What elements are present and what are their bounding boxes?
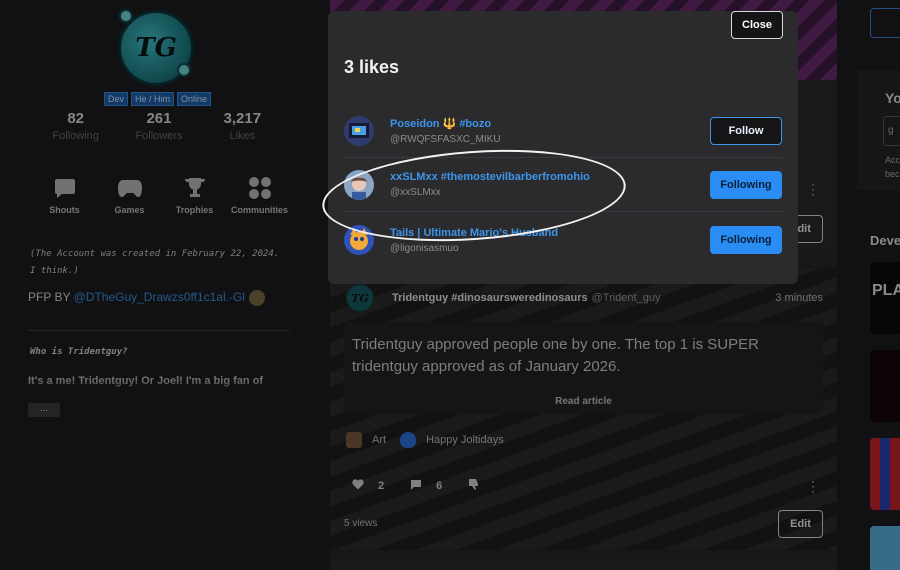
follow-button[interactable]: Follow bbox=[710, 116, 782, 145]
liker-name[interactable]: Poseidon 🔱 #bozo bbox=[390, 117, 501, 130]
app-root: TG Dev He / Him Online 82 Following 261 … bbox=[0, 0, 900, 570]
following-button[interactable]: Following bbox=[710, 170, 782, 199]
likes-modal: Close 3 likes Poseidon 🔱 #bozo @RWQFSFAS… bbox=[328, 11, 798, 284]
liker-handle: @ligonisasmuo bbox=[390, 242, 459, 254]
close-button[interactable]: Close bbox=[731, 11, 783, 39]
liker-avatar[interactable] bbox=[344, 115, 374, 146]
liker-handle: @RWQFSFASXC_MIKU bbox=[390, 133, 501, 145]
following-button[interactable]: Following bbox=[710, 226, 782, 254]
liker-info: Poseidon 🔱 #bozo @RWQFSFASXC_MIKU bbox=[390, 117, 501, 145]
modal-title: 3 likes bbox=[344, 57, 400, 77]
liker-row: Poseidon 🔱 #bozo @RWQFSFASXC_MIKU Follow bbox=[344, 104, 782, 158]
